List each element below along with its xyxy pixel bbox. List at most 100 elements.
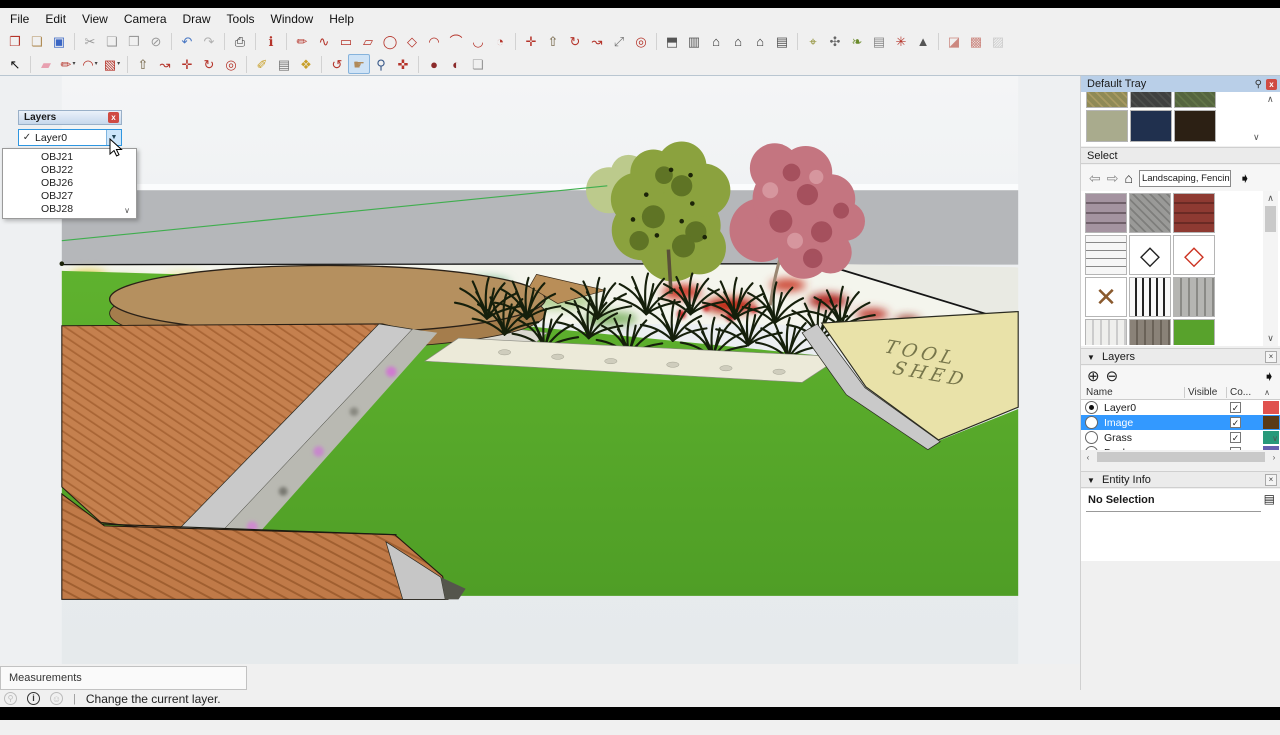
layer-active-radio[interactable] — [1085, 431, 1098, 444]
material-picket-white[interactable] — [1085, 319, 1127, 345]
chevron-down-icon[interactable]: ∨ — [1263, 333, 1278, 344]
select-tool-icon[interactable]: ↖ — [4, 54, 26, 74]
push-pull-tool-icon[interactable]: ⇧ — [542, 31, 564, 51]
column-header-visible[interactable]: Visible — [1185, 387, 1227, 398]
material-red-brick[interactable] — [1173, 193, 1215, 233]
text-annotation-tool-icon[interactable]: ▤ — [868, 31, 890, 51]
redo-icon[interactable]: ↷ — [198, 31, 220, 51]
menu-tools[interactable]: Tools — [219, 9, 263, 29]
back-arrow-icon[interactable]: ⇦ — [1089, 170, 1101, 187]
section-fill-tool-icon[interactable]: ▩ — [965, 31, 987, 51]
dropdown-caret-icon[interactable]: ▾ — [72, 61, 75, 67]
current-layer-combobox[interactable]: ✓ Layer0 ▼ — [18, 129, 122, 146]
shadows-dialog-tool-icon[interactable]: ◐ — [445, 54, 467, 74]
floating-layers-titlebar[interactable]: Layers x — [18, 110, 122, 125]
material-cobblestone[interactable] — [1129, 193, 1171, 233]
measurements-box[interactable]: Measurements — [0, 666, 247, 690]
circle-tool-icon[interactable]: ◯ — [379, 31, 401, 51]
material-thumb-navy[interactable] — [1130, 110, 1172, 142]
layer-row-grass[interactable]: Grass✓ — [1081, 430, 1280, 445]
follow-me-tool-icon[interactable]: ↝ — [154, 54, 176, 74]
material-barbed-wire[interactable] — [1085, 235, 1127, 275]
collapse-triangle-icon[interactable]: ▼ — [1087, 353, 1095, 362]
close-icon[interactable]: x — [1266, 79, 1277, 90]
collapse-triangle-icon[interactable]: ▼ — [1087, 476, 1095, 485]
material-thumb-darkgravel[interactable] — [1130, 92, 1172, 108]
layer-option-obj26[interactable]: OBJ26 — [3, 177, 136, 190]
view-iso-icon[interactable]: ⬒ — [661, 31, 683, 51]
tape-measure-tool-icon[interactable]: ✐ — [251, 54, 273, 74]
chevron-down-icon[interactable]: ∨ — [1253, 132, 1260, 143]
chevron-up-icon[interactable]: ∧ — [1253, 388, 1280, 397]
menu-file[interactable]: File — [2, 9, 37, 29]
chevron-down-icon[interactable]: ∨ — [124, 206, 130, 215]
close-icon[interactable]: x — [108, 112, 119, 123]
cone-marker-tool-icon[interactable]: ▲ — [912, 31, 934, 51]
look-around-tool-icon[interactable]: ❧ — [846, 31, 868, 51]
layers-section-header[interactable]: ▼ Layers × — [1081, 348, 1280, 365]
layer-active-radio[interactable] — [1085, 401, 1098, 414]
layer-option-obj27[interactable]: OBJ27 — [3, 190, 136, 203]
material-thumb-greenspeckle[interactable] — [1174, 92, 1216, 108]
arc-tool-dropdown-icon[interactable]: ◠▾ — [79, 54, 101, 74]
line-tool-icon[interactable]: ✏ — [291, 31, 313, 51]
geolocation-icon[interactable]: ⚲ — [4, 692, 17, 705]
export-image-tool-icon[interactable]: ❏ — [467, 54, 489, 74]
erase-icon[interactable]: ⊘ — [145, 31, 167, 51]
entity-thumbnail-icon[interactable]: ▤ — [1264, 492, 1275, 506]
menu-window[interactable]: Window — [263, 9, 322, 29]
rotated-rectangle-tool-icon[interactable]: ▱ — [357, 31, 379, 51]
shadows-tool-icon[interactable]: ● — [423, 54, 445, 74]
sign-in-icon[interactable]: ☺ — [50, 692, 63, 705]
dropdown-caret-icon[interactable]: ▾ — [117, 61, 120, 67]
orbit-tool-icon[interactable]: ↺ — [326, 54, 348, 74]
view-left-icon[interactable]: ▥ — [683, 31, 705, 51]
material-grass[interactable] — [1173, 319, 1215, 345]
material-thumb-darkbrown[interactable] — [1174, 110, 1216, 142]
menu-camera[interactable]: Camera — [116, 9, 175, 29]
close-icon[interactable]: × — [1265, 351, 1277, 363]
chevron-up-icon[interactable]: ∧ — [1263, 193, 1278, 204]
column-header-name[interactable]: Name — [1081, 387, 1185, 398]
layer-option-obj22[interactable]: OBJ22 — [3, 164, 136, 177]
layer-visible-checkbox[interactable]: ✓ — [1230, 402, 1241, 413]
material-chainlink-red[interactable]: ◇ — [1173, 235, 1215, 275]
paint-bucket-tool-icon[interactable]: ❖ — [295, 54, 317, 74]
section-display-tool-icon[interactable]: ▨ — [987, 31, 1009, 51]
layer-row-layer0[interactable]: Layer0✓ — [1081, 400, 1280, 415]
walk-tool-icon[interactable]: ✣ — [824, 31, 846, 51]
chevron-down-icon[interactable]: ∨ — [1272, 434, 1278, 443]
view-right-icon[interactable]: ▤ — [771, 31, 793, 51]
menu-draw[interactable]: Draw — [175, 9, 219, 29]
chevron-left-icon[interactable]: ‹ — [1081, 453, 1095, 462]
arc-tool-icon[interactable]: ◠ — [423, 31, 445, 51]
close-icon[interactable]: × — [1265, 474, 1277, 486]
details-arrow-icon[interactable]: ➧ — [1263, 368, 1275, 385]
material-wood-weathered[interactable] — [1129, 319, 1171, 345]
save-icon[interactable]: ▣ — [48, 31, 70, 51]
menu-view[interactable]: View — [74, 9, 116, 29]
two-point-arc-tool-icon[interactable]: ⌒ — [445, 31, 467, 51]
view-back-icon[interactable]: ⌂ — [749, 31, 771, 51]
cut-icon[interactable]: ✂ — [79, 31, 101, 51]
zoom-tool-icon[interactable]: ⚲ — [370, 54, 392, 74]
offset-tool-icon[interactable]: ◎ — [220, 54, 242, 74]
new-file-icon[interactable]: ❐ — [4, 31, 26, 51]
entity-info-header[interactable]: ▼ Entity Info × — [1081, 471, 1280, 488]
column-header-color[interactable]: Co... — [1227, 387, 1253, 398]
model-viewport[interactable]: TOOL SHED Layers x ✓ Layer0 ▼ OBJ — [0, 76, 1080, 664]
layer-option-obj28[interactable]: OBJ28 — [3, 203, 136, 216]
details-arrow-icon[interactable]: ➧ — [1239, 170, 1251, 187]
credits-info-icon[interactable]: i — [27, 692, 40, 705]
layer-visible-checkbox[interactable]: ✓ — [1230, 432, 1241, 443]
material-chainlink-black[interactable]: ◇ — [1129, 235, 1171, 275]
offset-tool-icon[interactable]: ◎ — [630, 31, 652, 51]
zoom-extents-tool-icon[interactable]: ✜ — [392, 54, 414, 74]
material-thumb-olive[interactable] — [1086, 92, 1128, 108]
layer-dropdown-list[interactable]: OBJ21OBJ22OBJ26OBJ27OBJ28∨ — [2, 148, 137, 219]
dropdown-caret-icon[interactable]: ▾ — [95, 61, 98, 67]
copy-icon[interactable]: ❑ — [101, 31, 123, 51]
model-info-icon[interactable]: ℹ — [260, 31, 282, 51]
material-thumb-sage[interactable] — [1086, 110, 1128, 142]
freehand-tool-icon[interactable]: ∿ — [313, 31, 335, 51]
